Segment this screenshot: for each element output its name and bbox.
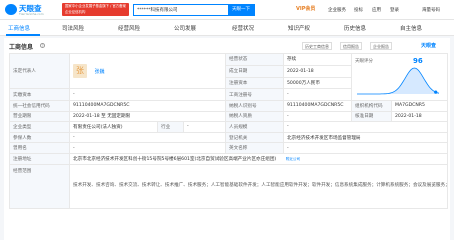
vip-link[interactable]: VIP会员: [296, 5, 315, 12]
phone-link[interactable]: 海量号码: [422, 7, 440, 13]
authority-label: 登记机关: [225, 131, 284, 144]
status-label: 经营状态: [225, 53, 284, 66]
status-value: 存续: [283, 53, 352, 66]
tab-self-info[interactable]: 自主信息: [400, 24, 422, 32]
staff-label: 人员规模: [225, 121, 284, 133]
table-row: 统一社会信用代码 91110400MA7GDCNR5C 纳税人识别号 91110…: [9, 100, 448, 112]
credit-code-label: 统一社会信用代码: [9, 100, 70, 112]
paid-capital-label: 实缴资本: [9, 88, 70, 101]
authority-value: 北京经济技术开发区市场监督管理局: [283, 131, 448, 144]
org-code-value: MA7GDCNR5: [391, 100, 448, 112]
tianyancha-brand: 天眼查: [421, 43, 437, 49]
english-name-value: -: [283, 142, 448, 154]
score-cell: 天眼评分 96: [351, 53, 448, 101]
score-area: [357, 68, 439, 94]
reg-no-label: 工商注册号: [225, 88, 284, 101]
business-info-table: 法定代表人 张 张巍 经营状态 存续 天眼评分 96 成立日期 2022-01-…: [9, 52, 448, 209]
site-logo[interactable]: 天眼查 TianYanCha.com: [5, 3, 60, 17]
address-label: 注册地址: [9, 152, 70, 165]
english-name-label: 英文名称: [225, 142, 284, 154]
paid-capital-value: -: [69, 88, 226, 101]
approve-value: 2022-01-18: [391, 110, 448, 123]
history-info-button[interactable]: 历史工商信息: [302, 42, 332, 50]
insured-label: 参保人数: [9, 131, 70, 144]
search-input[interactable]: [134, 5, 230, 15]
logo-eye-icon: [5, 4, 17, 15]
section-tabs: 工商信息 司法风险 经营风险 公司发展 经营状况 知识产权 历史信息 自主信息: [0, 20, 454, 36]
table-row: 企业类型 有限责任公司(法人独资) 行业 - 人员规模 -: [9, 121, 448, 133]
former-name-value: -: [69, 142, 226, 154]
staff-value: -: [283, 121, 448, 133]
term-value: 2022-01-18 至 无固定期限: [69, 110, 226, 123]
promo-banner[interactable]: 国家中小企业发展子基金旗下 / 官方备案企业征信机构: [62, 3, 129, 16]
logo-subtext: TianYanCha.com: [19, 12, 44, 16]
type-value: 有限责任公司(法人独资): [69, 121, 158, 133]
tab-operation-risk[interactable]: 经营风险: [118, 24, 140, 32]
scope-value: 技术开发、技术咨询、技术交流、技术转让、技术推广、技术服务；人工智能基础软件开发…: [69, 163, 448, 209]
insured-value: -: [69, 131, 226, 144]
tab-history[interactable]: 历史信息: [344, 24, 366, 32]
tab-development[interactable]: 公司发展: [174, 24, 196, 32]
nav-bidding[interactable]: 投标: [354, 7, 363, 13]
former-name-label: 曾用名: [9, 142, 70, 154]
search-button[interactable]: 天眼一下: [228, 5, 254, 15]
industry-label: 行业: [157, 121, 184, 133]
address-cell: 北京市北京经济技术开发区科创十街15号院5号楼6层601室(北京自贸试验区高端产…: [69, 152, 448, 165]
legal-rep-label: 法定代表人: [9, 52, 70, 90]
tab-ip[interactable]: 知识产权: [288, 24, 310, 32]
scope-label: 经营范围: [9, 163, 70, 209]
section-title: 工商信息: [9, 44, 34, 51]
credit-code-value: 91110400MA7GDCNR5C: [69, 100, 226, 112]
nearby-companies-link[interactable]: 附近公司: [286, 157, 300, 161]
credit-report-button[interactable]: 信用报告: [340, 42, 362, 50]
active-tab-indicator: [6, 34, 40, 36]
reg-capital-label: 注册资本: [225, 76, 284, 90]
nav-login[interactable]: 登录: [390, 7, 399, 13]
type-label: 企业类型: [9, 121, 70, 133]
table-row: 经营范围 技术开发、技术咨询、技术交流、技术转让、技术推广、技术服务；人工智能基…: [9, 163, 448, 209]
score-point: [434, 90, 438, 94]
org-code-label: 组织机构代码: [351, 100, 392, 112]
table-row: 注册地址 北京市北京经济技术开发区科创十街15号院5号楼6层601室(北京自贸试…: [9, 152, 448, 165]
reg-no-value: -: [283, 88, 352, 101]
legal-rep-name[interactable]: 张巍: [94, 69, 104, 75]
tab-judicial-risk[interactable]: 司法风险: [62, 24, 84, 32]
table-row: 曾用名 - 英文名称 -: [9, 142, 448, 154]
taxpayer-id-value: 91110400MA7GDCNR5C: [283, 100, 352, 112]
nav-enterprise[interactable]: 企业服务: [328, 7, 346, 13]
tab-business-info[interactable]: 工商信息: [8, 24, 30, 32]
taxpayer-qual-value: -: [283, 110, 352, 123]
search-box: 天眼一下: [133, 4, 255, 16]
table-row: 法定代表人 张 张巍 经营状态 存续 天眼评分 96: [9, 52, 448, 101]
tab-operation-status[interactable]: 经营状况: [232, 24, 254, 32]
top-bar: 天眼查 TianYanCha.com 国家中小企业发展子基金旗下 / 官方备案企…: [0, 0, 454, 20]
help-icon[interactable]: ?: [40, 43, 45, 48]
score-curve-chart: [357, 67, 440, 95]
company-report-button[interactable]: 企业报告: [370, 42, 392, 50]
founded-value: 2022-01-18: [283, 64, 352, 78]
taxpayer-qual-label: 纳税人资质: [225, 110, 284, 123]
score-widget[interactable]: 天眼评分 96: [355, 56, 444, 98]
legal-rep-cell: 张 张巍: [69, 52, 226, 90]
taxpayer-id-label: 纳税人识别号: [225, 100, 284, 112]
reg-capital-value: 50000万人民币: [283, 76, 352, 90]
address-value: 北京市北京经济技术开发区科创十街15号院5号楼6层601室(北京自贸试验区高端产…: [73, 156, 277, 162]
founded-label: 成立日期: [225, 64, 284, 78]
approve-label: 核准日期: [351, 110, 392, 123]
industry-value: -: [183, 121, 226, 133]
nav-apps[interactable]: 应用: [372, 7, 381, 13]
table-row: 营业期限 2022-01-18 至 无固定期限 纳税人资质 - 核准日期 202…: [9, 110, 448, 123]
table-row: 参保人数 - 登记机关 北京经济技术开发区市场监督管理局: [9, 131, 448, 144]
term-label: 营业期限: [9, 110, 70, 123]
legal-rep-avatar[interactable]: 张: [73, 64, 87, 79]
